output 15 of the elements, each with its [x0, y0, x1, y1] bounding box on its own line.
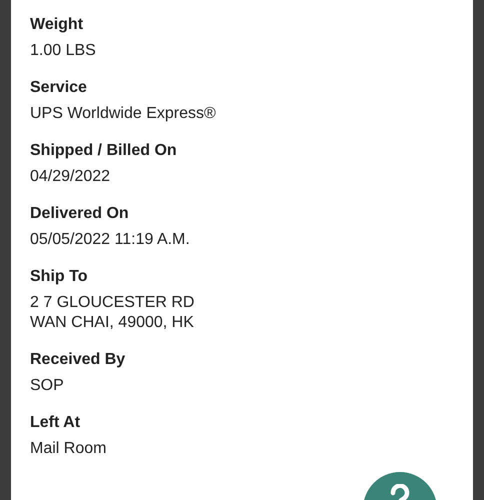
field-label: Received By [30, 350, 126, 370]
field-value: WAN CHAI, 49000, HK [30, 313, 195, 333]
field-value: SOP [30, 376, 65, 396]
field-label: Ship To [30, 267, 88, 287]
field-value: 2 7 GLOUCESTER RD [30, 293, 196, 313]
field-value: 05/05/2022 11:19 A.M. [30, 230, 191, 250]
field-label: Weight [30, 15, 84, 35]
field-label: Service [30, 78, 88, 98]
field-label: Shipped / Billed On [30, 141, 178, 161]
field-label: Left At [30, 413, 82, 433]
field-value: Mail Room [30, 439, 108, 459]
field-value: 1.00 LBS [30, 41, 97, 61]
field-value: UPS Worldwide Express® [30, 104, 217, 124]
field-label: Delivered On [30, 204, 130, 224]
field-value: 04/29/2022 [30, 167, 112, 187]
